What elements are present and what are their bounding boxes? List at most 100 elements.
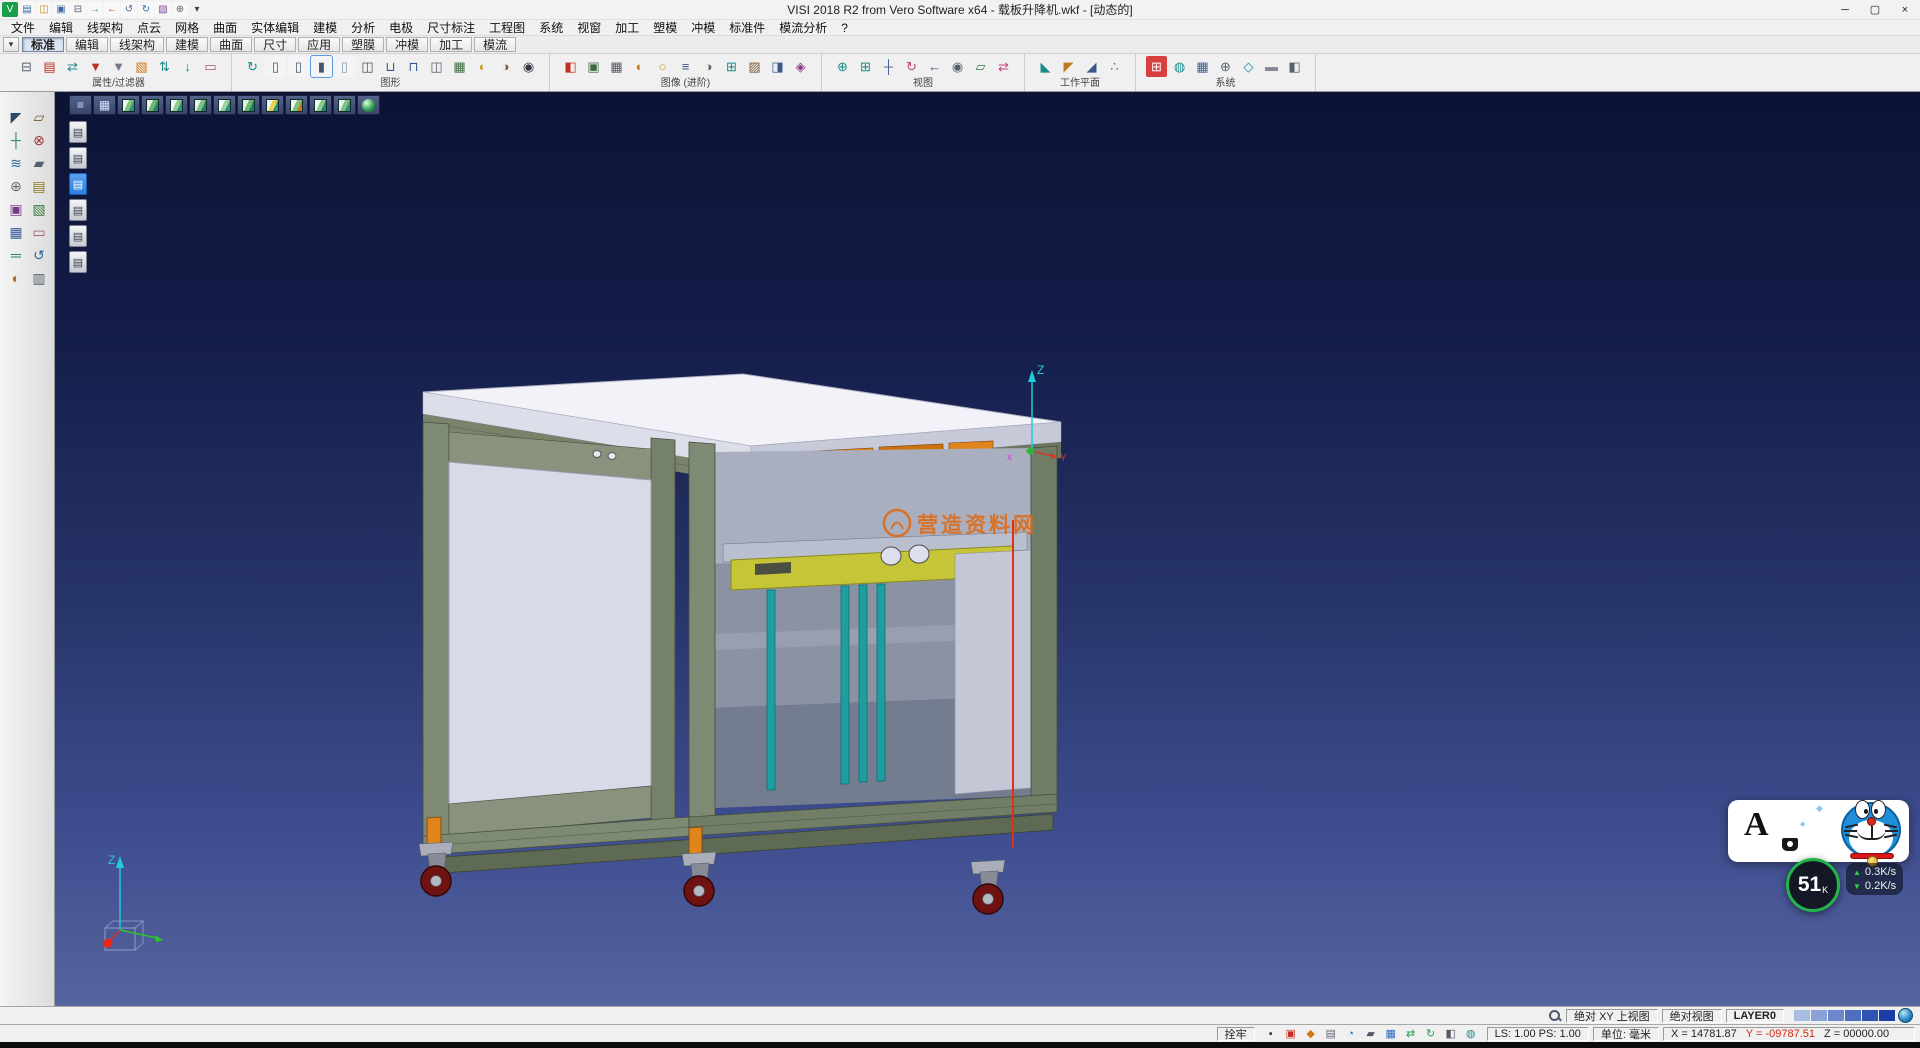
notes-status-icon[interactable]: ▤ [1321, 1026, 1341, 1041]
lock-field[interactable]: 拴牢 [1217, 1027, 1255, 1041]
workplane-set-icon[interactable]: ◤ [1058, 56, 1079, 77]
annotate-tool-icon[interactable]: ▱ [28, 106, 50, 128]
info-status-icon[interactable]: ◔ [1341, 1026, 1361, 1041]
saved-view-slot-2-icon[interactable]: ▤ [69, 147, 87, 169]
light-bulb-icon[interactable]: ○ [652, 56, 673, 77]
previous-view-icon[interactable]: ← [924, 56, 945, 77]
menu-item-0[interactable]: 文件 [4, 19, 42, 36]
tab-标准[interactable]: 标准 [22, 37, 64, 52]
menu-item-1[interactable]: 编辑 [42, 19, 80, 36]
tab-塑膜[interactable]: 塑膜 [342, 37, 384, 52]
view-cube-right-icon[interactable] [189, 95, 212, 115]
menu-item-8[interactable]: 分析 [344, 19, 382, 36]
doraemon-widget[interactable]: A ◆ ◆ [1728, 800, 1909, 862]
zoom-all-icon[interactable]: ⊕ [832, 56, 853, 77]
view-cube-bottom-icon[interactable] [237, 95, 260, 115]
measure-tool-icon[interactable]: ═ [5, 244, 27, 266]
transfer-up-down-icon[interactable]: ⇅ [154, 56, 175, 77]
menu-item-15[interactable]: 塑模 [646, 19, 684, 36]
view-cube-back-icon[interactable] [141, 95, 164, 115]
contrast-icon[interactable]: ◑ [698, 56, 719, 77]
undo-icon[interactable]: ↺ [121, 2, 137, 17]
view-cube-left-icon[interactable] [165, 95, 188, 115]
menu-item-5[interactable]: 曲面 [206, 19, 244, 36]
undo-tool-icon[interactable]: ↺ [28, 244, 50, 266]
menu-item-4[interactable]: 网格 [168, 19, 206, 36]
section-view-icon[interactable]: ⊔ [380, 56, 401, 77]
notebook-tool-icon[interactable]: ▤ [28, 175, 50, 197]
refresh-status-icon[interactable]: ↻ [1421, 1026, 1441, 1041]
color-grid-icon[interactable]: ⊞ [1146, 56, 1167, 77]
menu-item-7[interactable]: 建模 [306, 19, 344, 36]
rotate-view-icon[interactable]: ↻ [901, 56, 922, 77]
filter-inactive-icon[interactable]: ▼ [108, 56, 129, 77]
search-icon[interactable] [1548, 1009, 1561, 1022]
redo-icon[interactable]: ↻ [138, 2, 154, 17]
grid-tool-icon[interactable]: ▦ [5, 221, 27, 243]
render-settings-icon[interactable]: ◉ [518, 56, 539, 77]
menu-item-13[interactable]: 视窗 [570, 19, 608, 36]
tab-编辑[interactable]: 编辑 [66, 37, 108, 52]
tab-dropdown-icon[interactable]: ▾ [3, 37, 19, 52]
wireframe-mode-icon[interactable]: ▯ [265, 56, 286, 77]
table-icon[interactable]: ▦ [1192, 56, 1213, 77]
settings-icon[interactable]: ⊕ [172, 2, 188, 17]
view-cube-iso2-icon[interactable] [285, 95, 308, 115]
background-icon[interactable]: ◨ [767, 56, 788, 77]
view-cube-dimetric-icon[interactable] [309, 95, 332, 115]
contrast-status-icon[interactable]: ◧ [1441, 1026, 1461, 1041]
palette-tool-icon[interactable]: ◐ [5, 267, 27, 289]
layers-icon[interactable]: ▧ [155, 2, 171, 17]
ghost-mode-icon[interactable]: ▯ [334, 56, 355, 77]
menu-item-14[interactable]: 加工 [608, 19, 646, 36]
layer-stack-icon[interactable]: ▧ [131, 56, 152, 77]
erase-tool-icon[interactable]: ▭ [28, 221, 50, 243]
grid-display-icon[interactable]: ▦ [449, 56, 470, 77]
print-icon[interactable]: ⊟ [70, 2, 86, 17]
transfer-down-icon[interactable]: ↓ [177, 56, 198, 77]
saved-view-slot-3-icon[interactable]: ▤ [69, 173, 87, 195]
menu-item-10[interactable]: 尺寸标注 [420, 19, 482, 36]
saved-view-slot-5-icon[interactable]: ▤ [69, 225, 87, 247]
print-properties-icon[interactable]: ⊟ [16, 56, 37, 77]
machine-frame-model[interactable] [419, 374, 1061, 914]
snapshot-icon[interactable]: ⊞ [721, 56, 742, 77]
slab-icon[interactable]: ▬ [1261, 56, 1282, 77]
system-settings-icon[interactable]: ⊕ [1215, 56, 1236, 77]
tab-应用[interactable]: 应用 [298, 37, 340, 52]
tab-曲面[interactable]: 曲面 [210, 37, 252, 52]
tab-建模[interactable]: 建模 [166, 37, 208, 52]
saved-view-slot-4-icon[interactable]: ▤ [69, 199, 87, 221]
open-file-icon[interactable]: ◫ [36, 2, 52, 17]
viewport[interactable]: Z x Y Z [55, 92, 1920, 1006]
menu-item-11[interactable]: 工程图 [482, 19, 532, 36]
swap-status-icon[interactable]: ⇄ [1401, 1026, 1421, 1041]
visi-logo-icon[interactable]: V [2, 2, 18, 17]
view-cube-trimetric-icon[interactable] [333, 95, 356, 115]
menu-item-3[interactable]: 点云 [130, 19, 168, 36]
menu-item-6[interactable]: 实体编辑 [244, 19, 306, 36]
sketch-tool-icon[interactable]: ▰ [28, 152, 50, 174]
tab-冲模[interactable]: 冲模 [386, 37, 428, 52]
dynamic-view-icon[interactable]: ⇄ [993, 56, 1014, 77]
camera-icon[interactable]: ◉ [947, 56, 968, 77]
globe-icon[interactable] [1898, 1008, 1913, 1023]
menu-item-12[interactable]: 系统 [532, 19, 570, 36]
cad-link-icon[interactable]: ◧ [1284, 56, 1305, 77]
view-mode-field[interactable]: 绝对 XY 上视图 [1566, 1009, 1658, 1023]
shaded-mode-icon[interactable]: ▮ [311, 56, 332, 77]
box-section-icon[interactable]: ⊓ [403, 56, 424, 77]
transform-tool-icon[interactable]: ⊕ [5, 175, 27, 197]
import-icon[interactable]: → [87, 2, 103, 17]
snap-tool-icon[interactable]: ┼ [5, 129, 27, 151]
sliders-icon[interactable]: ≡ [675, 56, 696, 77]
clipboard-tool-icon[interactable]: ▥ [28, 267, 50, 289]
layer-field[interactable]: LAYER0 [1726, 1009, 1784, 1023]
saved-view-slot-6-icon[interactable]: ▤ [69, 251, 87, 273]
view-field[interactable]: 绝对视图 [1662, 1009, 1722, 1023]
quick-access-dropdown-icon[interactable]: ▾ [189, 2, 205, 17]
zoom-window-icon[interactable]: ⊞ [855, 56, 876, 77]
pan-view-icon[interactable]: ┼ [878, 56, 899, 77]
tab-尺寸[interactable]: 尺寸 [254, 37, 296, 52]
menu-item-17[interactable]: 标准件 [722, 19, 772, 36]
